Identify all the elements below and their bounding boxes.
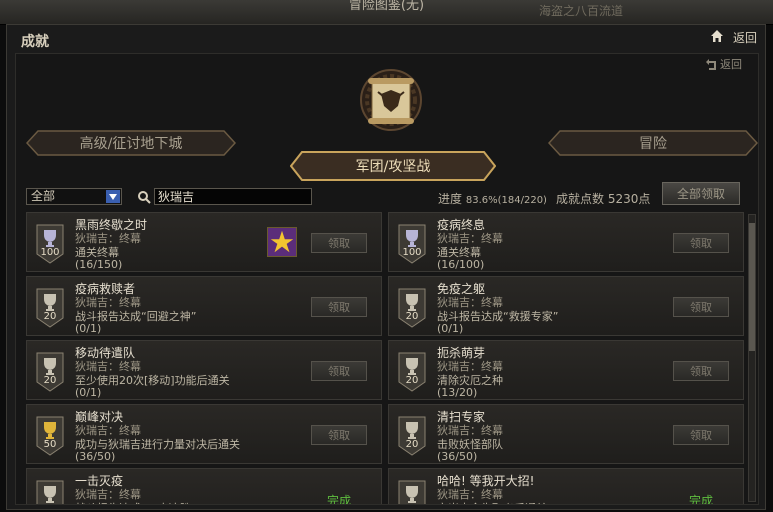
achievement-points: 100 — [402, 247, 422, 258]
achievement-card: 20 清扫专家 狄瑞吉：终幕 击败妖怪部队 (36/50) 领取 — [388, 404, 744, 464]
claim-all-button[interactable]: 全部领取 — [662, 182, 740, 205]
claim-button[interactable]: 领取 — [311, 425, 367, 445]
achievement-card: 20 移动待遣队 狄瑞吉：终幕 至少使用20次[移动]功能后通关 (0/1) 领… — [26, 340, 382, 400]
reward-item-icon[interactable] — [267, 227, 297, 257]
window-deco-text: 海盗之八百流道 — [538, 4, 623, 18]
scrollbar-thumb[interactable] — [749, 223, 755, 351]
trophy-badge-icon — [398, 288, 426, 328]
progress-text: 进度 83.6%(184/220) — [438, 190, 547, 207]
claim-button[interactable]: 领取 — [673, 297, 729, 317]
achievement-progress: (36/50) — [75, 450, 116, 463]
claim-button[interactable]: 领取 — [673, 233, 729, 253]
achievement-card: 20 哈哈! 等我开大招! 狄瑞吉：终幕 安米克舍生取义后通关 (1/1) 完成… — [388, 468, 744, 504]
achievement-progress: (16/150) — [75, 258, 123, 271]
claim-button[interactable]: 领取 — [673, 361, 729, 381]
achievement-card: 20 一击灭疫 狄瑞吉：终幕 战斗报告达成“一击决胜” (1/1) 完成2026… — [26, 468, 382, 504]
achievement-column-right: 100 疫病终息 狄瑞吉：终幕 通关终幕 (16/100) 领取 20 免疫之躯… — [388, 212, 744, 504]
trophy-badge-icon — [398, 416, 426, 456]
achievement-panel: 成就 返回 返回 高级/征讨地下城 冒险 军团/攻坚战 全部 狄瑞吉 进度 83… — [6, 24, 766, 510]
achievement-card: 100 黑雨终歇之时 狄瑞吉：终幕 通关终幕 (16/150) 领取 — [26, 212, 382, 272]
achievement-points: 50 — [43, 439, 57, 450]
search-input[interactable] — [154, 188, 312, 205]
tab-adventure-label: 冒险 — [639, 136, 667, 152]
achievement-card: 20 疫病救赎者 狄瑞吉：终幕 战斗报告达成“回避之神” (0/1) 领取 — [26, 276, 382, 336]
achievement-desc: 安米克舍生取义后通关 — [437, 500, 547, 504]
trophy-badge-icon — [36, 224, 64, 264]
achievement-card: 100 疫病终息 狄瑞吉：终幕 通关终幕 (16/100) 领取 — [388, 212, 744, 272]
panel-title: 成就 — [21, 34, 49, 50]
achievement-progress: (16/100) — [437, 258, 485, 271]
legion-emblem-icon — [360, 69, 422, 131]
achievement-points: 20 — [398, 503, 426, 504]
achievement-card: 50 巅峰对决 狄瑞吉：终幕 成功与狄瑞吉进行力量对决后通关 (36/50) 领… — [26, 404, 382, 464]
home-icon[interactable] — [710, 29, 724, 43]
progress-label: 进度 — [438, 192, 463, 206]
tab-dungeon-label: 高级/征讨地下城 — [79, 136, 183, 152]
achievement-card: 20 免疫之躯 狄瑞吉：终幕 战斗报告达成“救援专家” (0/1) 领取 — [388, 276, 744, 336]
achievement-card: 20 扼杀萌芽 狄瑞吉：终幕 清除灾厄之种 (13/20) 领取 — [388, 340, 744, 400]
completed-label: 完成 — [689, 494, 714, 504]
window-title-bar: 冒险图鉴(无) 海盗之八百流道 — [0, 0, 773, 25]
back-button[interactable]: 返回 — [733, 29, 757, 46]
window-title: 冒险图鉴(无) — [348, 0, 425, 13]
tab-legion-label: 军团/攻坚战 — [355, 159, 431, 175]
achievement-points: 20 — [405, 311, 419, 322]
search-icon — [138, 191, 151, 204]
chevron-down-icon[interactable] — [106, 190, 120, 203]
tab-adventure[interactable]: 冒险 — [548, 130, 758, 156]
trophy-badge-icon — [36, 288, 64, 328]
trophy-badge-icon — [398, 352, 426, 392]
trophy-badge-icon — [36, 480, 64, 504]
trophy-badge-icon — [36, 352, 64, 392]
achievement-desc: 战斗报告达成“一击决胜” — [75, 500, 196, 504]
achievement-progress: (0/1) — [75, 322, 102, 335]
achievement-points: 20 — [43, 375, 57, 386]
points-label: 成就点数 — [556, 192, 605, 206]
achievement-progress: (0/1) — [437, 322, 464, 335]
category-select[interactable]: 全部 — [26, 188, 122, 205]
inner-back-label: 返回 — [720, 58, 742, 71]
claim-button[interactable]: 领取 — [673, 425, 729, 445]
achievement-points: 20 — [43, 311, 57, 322]
achievement-progress: (0/1) — [75, 386, 102, 399]
achievement-points: 20 — [405, 375, 419, 386]
claim-button[interactable]: 领取 — [311, 361, 367, 381]
completed-label: 完成 — [327, 494, 352, 504]
inner-back-button[interactable]: 返回 — [706, 56, 742, 72]
claim-button[interactable]: 领取 — [311, 233, 367, 253]
achievement-points: 100 — [40, 247, 60, 258]
tab-dungeon[interactable]: 高级/征讨地下城 — [26, 130, 236, 156]
claim-button[interactable]: 领取 — [311, 297, 367, 317]
points-text: 成就点数 5230点 — [556, 190, 650, 207]
achievement-progress: (13/20) — [437, 386, 478, 399]
achievement-points: 20 — [36, 503, 64, 504]
points-value: 5230点 — [607, 192, 651, 206]
achievement-inner: 返回 高级/征讨地下城 冒险 军团/攻坚战 全部 狄瑞吉 进度 83.6%(18… — [15, 53, 759, 505]
achievement-list: 100 黑雨终歇之时 狄瑞吉：终幕 通关终幕 (16/150) 领取 20 疫病… — [26, 212, 746, 504]
scrollbar[interactable] — [748, 214, 756, 502]
return-arrow-icon — [706, 58, 716, 70]
trophy-badge-icon — [36, 416, 64, 456]
achievement-progress: (36/50) — [437, 450, 478, 463]
progress-value: 83.6%(184/220) — [465, 195, 547, 206]
category-select-value: 全部 — [31, 189, 56, 203]
tab-legion[interactable]: 军团/攻坚战 — [290, 151, 496, 181]
trophy-badge-icon — [398, 480, 426, 504]
achievement-column-left: 100 黑雨终歇之时 狄瑞吉：终幕 通关终幕 (16/150) 领取 20 疫病… — [26, 212, 382, 504]
achievement-points: 20 — [405, 439, 419, 450]
trophy-badge-icon — [398, 224, 426, 264]
